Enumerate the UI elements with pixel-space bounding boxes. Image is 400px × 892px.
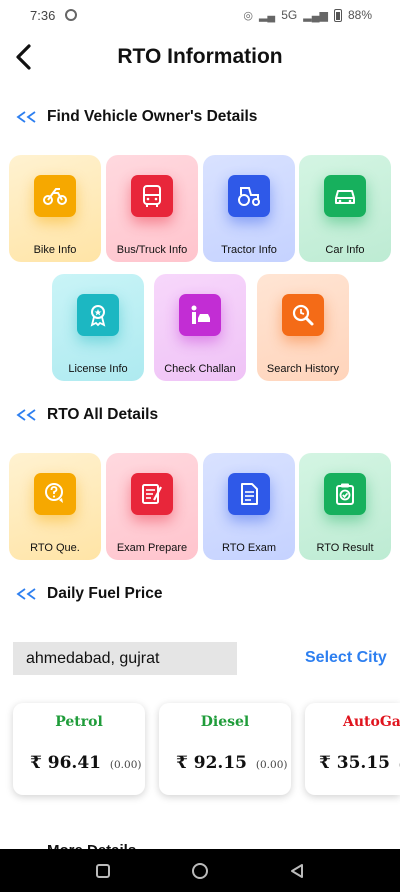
- section-fuel-title: Daily Fuel Price: [47, 585, 163, 602]
- challan-icon: [191, 305, 210, 324]
- fuel-card-autogas[interactable]: AutoGa ₹ 35.15 (-: [305, 703, 400, 795]
- rewind-arrows-icon: [16, 111, 36, 123]
- tile-label: Search History: [266, 363, 340, 375]
- tile-search-history[interactable]: Search History: [257, 274, 349, 381]
- fuel-card-petrol[interactable]: Petrol ₹ 96.41 (0.00): [13, 703, 145, 795]
- network-type: 5G: [281, 8, 298, 22]
- app-bar: RTO Information: [0, 34, 400, 80]
- section-owner-header: Find Vehicle Owner's Details: [16, 108, 257, 126]
- section-owner-title: Find Vehicle Owner's Details: [47, 108, 258, 125]
- back-triangle-icon: [290, 863, 303, 878]
- tile-label: RTO Result: [316, 542, 374, 554]
- recents-button[interactable]: [83, 851, 123, 891]
- tile-rto-que[interactable]: RTO Que.: [9, 453, 101, 560]
- battery-icon: [333, 8, 342, 22]
- home-button[interactable]: [180, 851, 220, 891]
- search-history-icon: [292, 304, 314, 326]
- fuel-price-row: ₹ 35.15 (-: [319, 753, 400, 773]
- section-rto-title: RTO All Details: [47, 406, 159, 423]
- status-right: ◎ ▂▄ 5G ▂▄▆ 88%: [243, 8, 372, 22]
- tile-label: Bike Info: [33, 244, 77, 256]
- license-icon-box: [77, 294, 119, 336]
- result-clipboard-icon: [336, 483, 354, 505]
- rewind-arrows-icon: [16, 588, 36, 600]
- fuel-change: (0.00): [109, 759, 142, 771]
- tile-rto-exam[interactable]: RTO Exam: [203, 453, 295, 560]
- bus-icon-box: [131, 175, 173, 217]
- system-nav-bar: [0, 849, 400, 892]
- tile-label: RTO Exam: [222, 542, 276, 554]
- recents-square-icon: [96, 863, 111, 878]
- search-history-icon-box: [282, 294, 324, 336]
- signal-strength-icon: ▂▄▆: [303, 9, 328, 22]
- bus-icon: [143, 185, 161, 207]
- page-title: RTO Information: [117, 45, 283, 68]
- fuel-change: (0.00): [255, 759, 288, 771]
- rto-que-icon-box: [34, 473, 76, 515]
- tile-rto-result[interactable]: RTO Result: [299, 453, 391, 560]
- tractor-icon-box: [228, 175, 270, 217]
- rto-result-icon-box: [324, 473, 366, 515]
- status-bar: 7:36 ◎ ▂▄ 5G ▂▄▆ 88%: [0, 0, 400, 30]
- fuel-card-diesel[interactable]: Diesel ₹ 92.15 (0.00): [159, 703, 291, 795]
- tile-exam-prepare[interactable]: Exam Prepare: [106, 453, 198, 560]
- status-time: 7:36: [30, 7, 56, 23]
- tile-tractor-info[interactable]: Tractor Info: [203, 155, 295, 262]
- section-rto-header: RTO All Details: [16, 406, 158, 424]
- motorbike-icon: [43, 188, 67, 205]
- tile-license-info[interactable]: License Info: [52, 274, 144, 381]
- tile-label: Car Info: [325, 244, 365, 256]
- fuel-name: AutoGa: [343, 714, 400, 730]
- tile-check-challan[interactable]: Check Challan: [154, 274, 246, 381]
- tile-label: RTO Que.: [30, 542, 80, 554]
- fuel-price: ₹ 92.15: [176, 753, 247, 773]
- section-fuel-header: Daily Fuel Price: [16, 585, 162, 603]
- challan-icon-box: [179, 294, 221, 336]
- hotspot-icon: ◎: [243, 9, 253, 22]
- fuel-name: Petrol: [55, 714, 103, 730]
- fuel-price: ₹ 96.41: [30, 753, 101, 773]
- bike-icon-box: [34, 175, 76, 217]
- tile-bike-info[interactable]: Bike Info: [9, 155, 101, 262]
- fuel-name: Diesel: [200, 714, 250, 730]
- back-nav-button[interactable]: [277, 851, 317, 891]
- fuel-price-row: ₹ 96.41 (0.00): [30, 753, 141, 773]
- city-field[interactable]: ahmedabad, gujrat: [13, 642, 237, 675]
- tile-label: License Info: [68, 363, 128, 375]
- car-icon-box: [324, 175, 366, 217]
- settings-gear-icon: [65, 9, 78, 21]
- tile-label: Exam Prepare: [116, 542, 188, 554]
- rto-exam-icon-box: [228, 473, 270, 515]
- status-left: 7:36: [30, 7, 78, 23]
- license-badge-icon: [90, 305, 106, 327]
- chevron-left-icon: [16, 44, 31, 70]
- tile-label: Check Challan: [164, 363, 236, 375]
- home-circle-icon: [191, 862, 208, 879]
- tile-bus-truck-info[interactable]: Bus/Truck Info: [106, 155, 198, 262]
- fuel-price-row: ₹ 92.15 (0.00): [176, 753, 287, 773]
- car-icon: [335, 190, 355, 204]
- city-value: ahmedabad, gujrat: [26, 649, 160, 667]
- exam-sheet-icon: [241, 483, 258, 505]
- signal-icon: ▂▄: [258, 9, 276, 22]
- tile-label: Tractor Info: [221, 244, 277, 256]
- tractor-icon: [238, 187, 260, 206]
- back-button[interactable]: [8, 40, 38, 74]
- tile-label: Bus/Truck Info: [116, 244, 188, 256]
- fuel-price: ₹ 35.15: [319, 753, 390, 773]
- tile-car-info[interactable]: Car Info: [299, 155, 391, 262]
- select-city-link[interactable]: Select City: [305, 649, 387, 667]
- exam-document-icon: [142, 484, 162, 504]
- exam-prepare-icon-box: [131, 473, 173, 515]
- question-chat-icon: [45, 483, 63, 503]
- rewind-arrows-icon: [16, 409, 36, 421]
- battery-level: 88%: [347, 8, 372, 22]
